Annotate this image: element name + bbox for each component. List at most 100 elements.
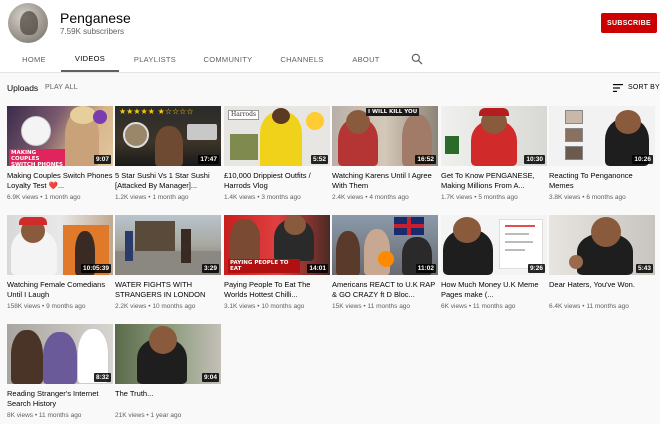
video-title[interactable]: Making Couples Switch Phones Loyalty Tes… — [7, 171, 113, 191]
view-count: 3.1K views — [224, 303, 256, 310]
video-card[interactable]: I WILL KILL YOU 16:52 Watching Karens Un… — [332, 106, 438, 201]
video-card[interactable]: 3:29 WATER FIGHTS WITH STRANGERS IN LOND… — [115, 215, 221, 310]
view-count: 2.4K views — [332, 194, 364, 201]
video-thumbnail[interactable]: ★★★★★ ★☆☆☆☆ 17:47 — [115, 106, 221, 166]
video-duration: 9:26 — [527, 264, 545, 273]
video-thumbnail[interactable]: MAKING COUPLES SWITCH PHONES 9:07 — [7, 106, 113, 166]
video-thumbnail[interactable]: 10:26 — [549, 106, 655, 166]
upload-age: 10 months ago — [261, 303, 305, 310]
video-duration: 8:32 — [93, 373, 111, 382]
video-duration: 17:47 — [198, 155, 219, 164]
view-count: 158K views — [7, 303, 41, 310]
channel-tabs: HOME VIDEOS PLAYLISTS COMMUNITY CHANNELS… — [0, 46, 660, 72]
sort-icon[interactable] — [613, 84, 623, 92]
video-title[interactable]: Dear Haters, You've Won. — [549, 280, 655, 300]
subscriber-count: 7.59K subscribers — [60, 27, 125, 36]
thumbnail-text: PAYING PEOPLE TO EAT — [228, 259, 300, 273]
video-duration: 16:52 — [415, 155, 436, 164]
upload-age: 9 months ago — [46, 303, 86, 310]
video-card[interactable]: MAKING COUPLES SWITCH PHONES 9:07 Making… — [7, 106, 113, 201]
video-title[interactable]: WATER FIGHTS WITH STRANGERS IN LONDON — [115, 280, 221, 300]
view-count: 6.4K views — [549, 303, 581, 310]
video-thumbnail[interactable]: 10:05:39 — [7, 215, 113, 275]
play-all-button[interactable]: PLAY ALL — [45, 84, 78, 91]
video-meta: 1.2K views • 1 month ago — [115, 194, 189, 201]
view-count: 6.9K views — [7, 194, 39, 201]
video-thumbnail[interactable]: 3:29 — [115, 215, 221, 275]
tab-community[interactable]: COMMUNITY — [196, 46, 260, 72]
upload-age: 11 months ago — [472, 303, 516, 310]
video-card[interactable]: 11:02 Americans REACT to U.K RAP & GO CR… — [332, 215, 438, 310]
video-thumbnail[interactable]: 5:43 — [549, 215, 655, 275]
channel-avatar[interactable] — [8, 3, 48, 43]
thumbnail-text: ★★★★★ ★☆☆☆☆ — [119, 107, 194, 116]
video-title[interactable]: Paying People To Eat The Worlds Hottest … — [224, 280, 330, 300]
video-duration: 5:52 — [310, 155, 328, 164]
tab-playlists[interactable]: PLAYLISTS — [128, 46, 182, 72]
thumbnail-text: I WILL KILL YOU — [366, 108, 420, 116]
video-duration: 14:01 — [307, 264, 328, 273]
video-duration: 10:30 — [524, 155, 545, 164]
video-meta: 3.8K views • 6 months ago — [549, 194, 626, 201]
video-meta: 8K views • 11 months ago — [7, 412, 82, 419]
video-card[interactable]: 9:04 The Truth... 21K views • 1 year ago — [115, 324, 221, 419]
video-thumbnail[interactable]: 11:02 — [332, 215, 438, 275]
video-card[interactable]: 8:32 Reading Stranger's Internet Search … — [7, 324, 113, 419]
tab-videos[interactable]: VIDEOS — [61, 46, 119, 72]
upload-age: 11 months ago — [38, 412, 82, 419]
channel-name[interactable]: Penganese — [60, 10, 131, 26]
search-icon[interactable] — [410, 52, 424, 66]
video-title[interactable]: Americans REACT to U.K RAP & GO CRAZY ft… — [332, 280, 438, 300]
upload-age: 3 months ago — [261, 194, 301, 201]
channel-header: Penganese 7.59K subscribers SUBSCRIBE HO… — [0, 0, 660, 72]
video-title[interactable]: The Truth... — [115, 389, 221, 409]
upload-age: 10 months ago — [152, 303, 196, 310]
uploads-title: Uploads — [7, 83, 39, 93]
tab-channels[interactable]: CHANNELS — [274, 46, 330, 72]
upload-age: 5 months ago — [478, 194, 518, 201]
sort-by-button[interactable]: SORT BY — [628, 84, 660, 91]
video-meta: 158K views • 9 months ago — [7, 303, 86, 310]
thumbnail-text: MAKING COUPLES SWITCH PHONES — [9, 149, 65, 166]
upload-age: 11 months ago — [367, 303, 411, 310]
video-card[interactable]: 9:26 How Much Money U.K Meme Pages make … — [441, 215, 547, 310]
video-meta: 1.4K views • 3 months ago — [224, 194, 301, 201]
header-divider — [0, 72, 660, 73]
video-duration: 3:29 — [201, 264, 219, 273]
video-title[interactable]: Get To Know PENGANESE, Making Millions F… — [441, 171, 547, 191]
video-card[interactable]: ★★★★★ ★☆☆☆☆ 17:47 5 Star Sushi Vs 1 Star… — [115, 106, 221, 201]
video-thumbnail[interactable]: 10:30 — [441, 106, 547, 166]
video-thumbnail[interactable]: 9:04 — [115, 324, 221, 384]
video-thumbnail[interactable]: 8:32 — [7, 324, 113, 384]
video-card[interactable]: Harrods 5:52 £10,000 Drippiest Outfits /… — [224, 106, 330, 201]
video-card[interactable]: PAYING PEOPLE TO EAT 14:01 Paying People… — [224, 215, 330, 310]
upload-age: 11 months ago — [586, 303, 629, 310]
video-title[interactable]: Reading Stranger's Internet Search Histo… — [7, 389, 113, 409]
video-card[interactable]: 5:43 Dear Haters, You've Won. 6.4K views… — [549, 215, 655, 310]
video-thumbnail[interactable]: Harrods 5:52 — [224, 106, 330, 166]
video-thumbnail[interactable]: PAYING PEOPLE TO EAT 14:01 — [224, 215, 330, 275]
video-meta: 15K views • 11 months ago — [332, 303, 411, 310]
video-title[interactable]: Reacting To Penganonce Memes — [549, 171, 655, 191]
video-title[interactable]: £10,000 Drippiest Outfits / Harrods Vlog — [224, 171, 330, 191]
video-duration: 5:43 — [635, 264, 653, 273]
video-card[interactable]: 10:05:39 Watching Female Comedians Until… — [7, 215, 113, 310]
video-title[interactable]: How Much Money U.K Meme Pages make (... — [441, 280, 547, 300]
view-count: 2.2K views — [115, 303, 147, 310]
view-count: 1.7K views — [441, 194, 473, 201]
tab-home[interactable]: HOME — [14, 46, 54, 72]
video-title[interactable]: Watching Female Comedians Until I Laugh — [7, 280, 113, 300]
tab-about[interactable]: ABOUT — [344, 46, 388, 72]
video-title[interactable]: 5 Star Sushi Vs 1 Star Sushi [Attacked B… — [115, 171, 221, 191]
upload-age: 6 months ago — [586, 194, 626, 201]
video-meta: 2.4K views • 4 months ago — [332, 194, 409, 201]
video-duration: 11:02 — [415, 264, 436, 273]
video-meta: 21K views • 1 year ago — [115, 412, 182, 419]
video-card[interactable]: 10:30 Get To Know PENGANESE, Making Mill… — [441, 106, 547, 201]
video-thumbnail[interactable]: I WILL KILL YOU 16:52 — [332, 106, 438, 166]
video-thumbnail[interactable]: 9:26 — [441, 215, 547, 275]
subscribe-button[interactable]: SUBSCRIBE — [601, 13, 657, 33]
video-card[interactable]: 10:26 Reacting To Penganonce Memes 3.8K … — [549, 106, 655, 201]
upload-age: 1 month ago — [44, 194, 81, 201]
video-title[interactable]: Watching Karens Until I Agree With Them — [332, 171, 438, 191]
